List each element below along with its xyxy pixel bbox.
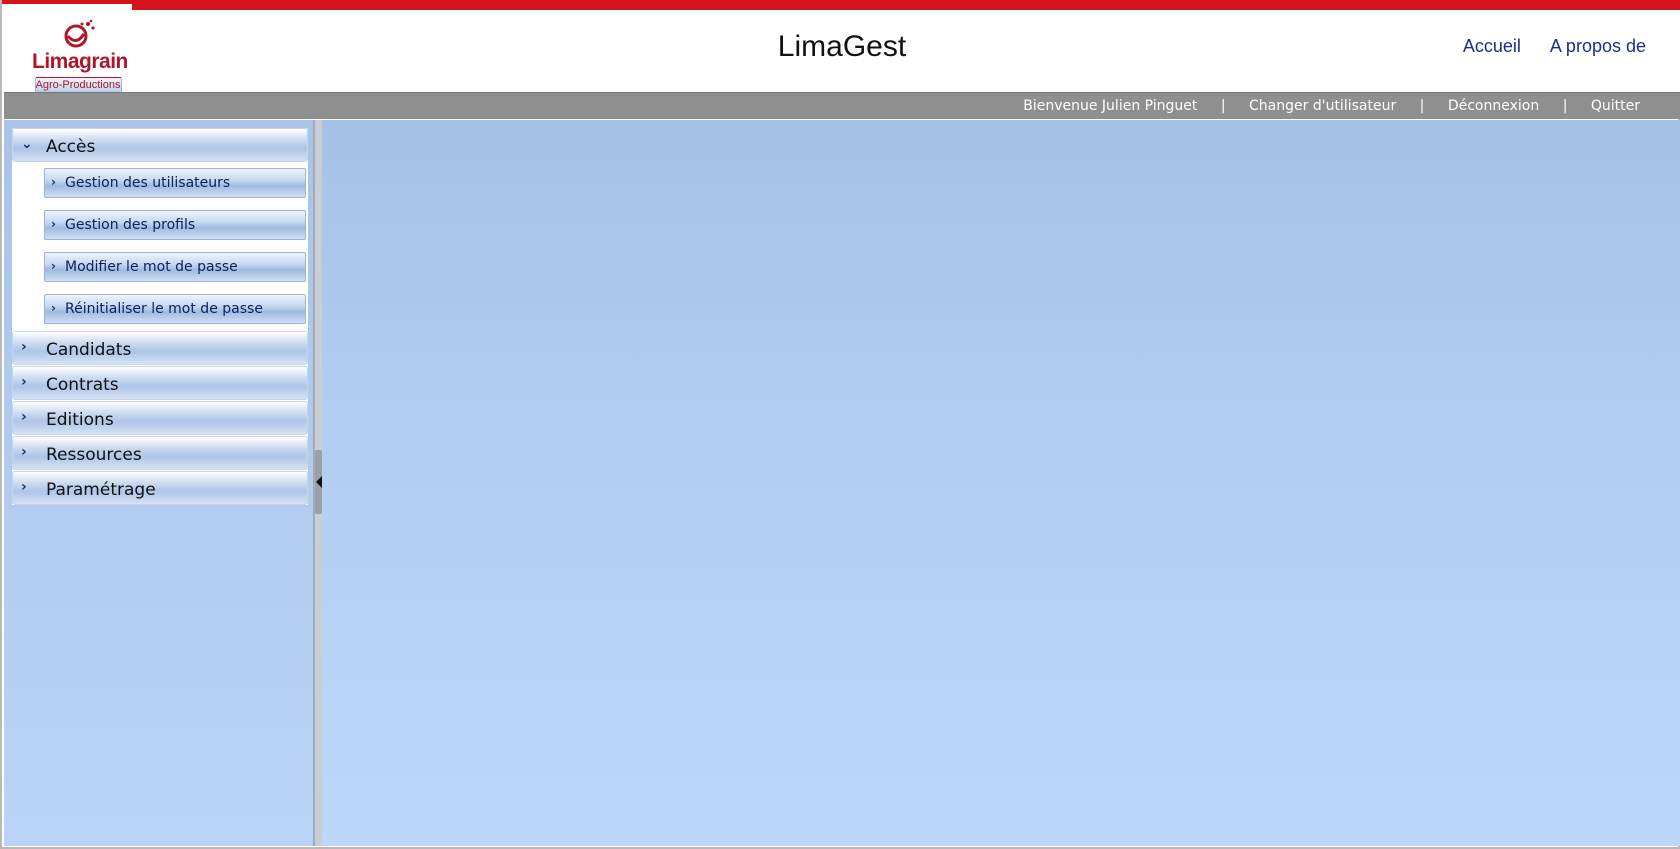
chevron-right-icon: ›	[51, 301, 56, 315]
home-link[interactable]: Accueil	[1463, 36, 1521, 56]
submenu-item-label: Modifier le mot de passe	[65, 259, 238, 275]
header: Limagrain Agro-Productions LimaGest Accu…	[4, 10, 1680, 107]
submenu-item-reset-password[interactable]: › Réinitialiser le mot de passe	[44, 294, 306, 324]
about-link[interactable]: A propos de	[1550, 36, 1646, 56]
main-content-area	[322, 120, 1680, 846]
accordion-menu: ⌄ Accès › Gestion des utilisateurs › Ges…	[12, 128, 308, 506]
menu-group-label: Contrats	[46, 375, 119, 395]
chevron-right-icon: ›	[21, 409, 27, 425]
menu-group-label: Paramétrage	[46, 480, 156, 500]
sidebar-splitter[interactable]	[314, 120, 322, 846]
sidebar: ⌄ Accès › Gestion des utilisateurs › Ges…	[4, 120, 314, 846]
menu-group-ressources[interactable]: › Ressources	[12, 436, 308, 470]
submenu-item-label: Réinitialiser le mot de passe	[65, 301, 263, 317]
top-nav: Accueil A propos de	[1439, 36, 1646, 57]
user-bar: Bienvenue Julien Pinguet | Changer d'uti…	[4, 92, 1680, 119]
separator: |	[1220, 98, 1226, 114]
chevron-right-icon: ›	[51, 259, 56, 273]
menu-group-label: Ressources	[46, 445, 142, 465]
separator: |	[1419, 98, 1425, 114]
menu-group-label: Accès	[46, 137, 96, 157]
menu-group-candidats[interactable]: › Candidats	[12, 331, 308, 365]
welcome-text: Bienvenue Julien Pinguet	[1023, 98, 1198, 114]
top-accent-bar	[132, 0, 1680, 10]
menu-group-acces[interactable]: ⌄ Accès	[12, 128, 308, 162]
menu-group-label: Candidats	[46, 340, 132, 360]
submenu-acces: › Gestion des utilisateurs › Gestion des…	[12, 163, 308, 330]
menu-group-parametrage[interactable]: › Paramétrage	[12, 471, 308, 505]
chevron-down-icon: ⌄	[21, 136, 33, 152]
chevron-right-icon: ›	[21, 339, 27, 355]
top-accent-bar-left	[2, 0, 132, 4]
chevron-right-icon: ›	[51, 175, 56, 189]
submenu-item-label: Gestion des utilisateurs	[65, 175, 231, 191]
submenu-item-change-password[interactable]: › Modifier le mot de passe	[44, 252, 306, 282]
quit-link[interactable]: Quitter	[1591, 98, 1640, 114]
change-user-link[interactable]: Changer d'utilisateur	[1249, 98, 1396, 114]
app-title: LimaGest	[777, 30, 907, 63]
app-window: Limagrain Agro-Productions LimaGest Accu…	[0, 0, 1680, 849]
menu-group-label: Editions	[46, 410, 114, 430]
submenu-item-user-management[interactable]: › Gestion des utilisateurs	[44, 168, 306, 198]
chevron-right-icon: ›	[21, 374, 27, 390]
submenu-item-profile-management[interactable]: › Gestion des profils	[44, 210, 306, 240]
chevron-right-icon: ›	[21, 479, 27, 495]
menu-group-editions[interactable]: › Editions	[12, 401, 308, 435]
logout-link[interactable]: Déconnexion	[1448, 98, 1539, 114]
menu-panel: ⌄ Accès › Gestion des utilisateurs › Ges…	[12, 128, 308, 505]
menu-group-contrats[interactable]: › Contrats	[12, 366, 308, 400]
menu-collapsed-groups: › Candidats › Contrats › Editions › Ress…	[12, 330, 308, 505]
submenu-item-label: Gestion des profils	[65, 217, 196, 233]
chevron-right-icon: ›	[21, 444, 27, 460]
separator: |	[1562, 98, 1568, 114]
chevron-right-icon: ›	[51, 217, 56, 231]
